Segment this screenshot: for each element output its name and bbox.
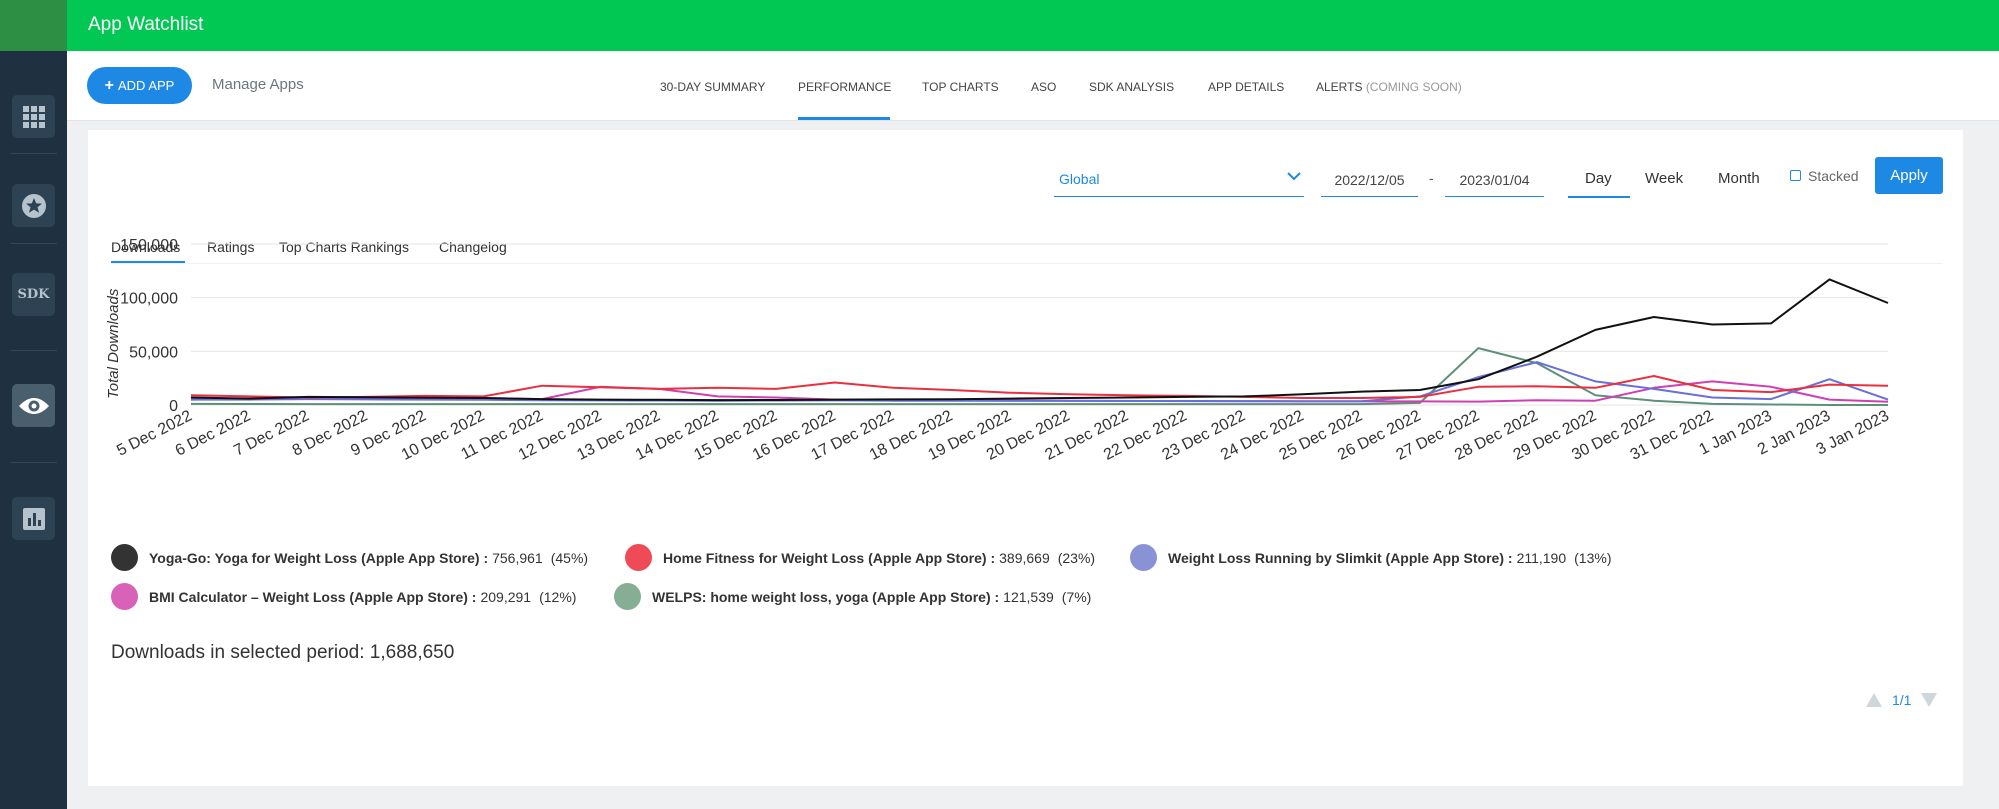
downloads-total-value: 1,688,650 (369, 642, 455, 663)
legend-item-bmi-calculator[interactable]: BMI Calculator – Weight Loss (Apple App … (111, 583, 576, 610)
y-tick-label: 150,000 (120, 237, 178, 254)
sdk-label: SDK (17, 287, 50, 302)
top-bar: App Watchlist (67, 0, 1999, 51)
bar-chart-icon[interactable] (12, 497, 55, 540)
page-down-icon[interactable] (1921, 693, 1938, 707)
legend-pct: (45%) (550, 549, 589, 566)
tab-alerts[interactable]: ALERTS (COMING SOON) (1316, 80, 1462, 94)
legend-pager: 1/1 (1866, 692, 1938, 708)
tab-alerts-suffix: (COMING SOON) (1365, 80, 1462, 94)
legend-dot (625, 544, 652, 571)
legend-dot (111, 583, 138, 610)
tab-app-details[interactable]: APP DETAILS (1208, 80, 1284, 94)
legend-name: WELPS: home weight loss, yoga (Apple App… (652, 588, 1000, 605)
legend-value: 211,190 (1516, 549, 1567, 566)
legend-value: 756,961 (492, 549, 543, 566)
legend-pct: (7%) (1061, 588, 1092, 605)
legend-item-welps[interactable]: WELPS: home weight loss, yoga (Apple App… (614, 583, 1091, 610)
logo-cell (0, 0, 67, 51)
sdk-icon[interactable]: SDK (12, 273, 55, 316)
page-up-icon[interactable] (1866, 693, 1882, 707)
legend-pct: (13%) (1574, 549, 1612, 566)
legend-pct: (12%) (539, 588, 577, 605)
tab-performance[interactable]: PERFORMANCE (798, 80, 891, 94)
legend-pct: (23%) (1057, 549, 1096, 566)
legend-dot (614, 583, 641, 610)
app-title: App Watchlist (88, 14, 204, 35)
legend-item-slimkit[interactable]: Weight Loss Running by Slimkit (Apple Ap… (1130, 544, 1612, 571)
legend-item-home-fitness[interactable]: Home Fitness for Weight Loss (Apple App … (625, 544, 1095, 571)
downloads-total-label: Downloads in selected period: (111, 642, 365, 663)
nav-bar: + ADD APP Manage Apps 30-DAY SUMMARY PER… (67, 51, 1999, 121)
add-app-button[interactable]: + ADD APP (87, 67, 192, 104)
main-panel: Global 2022/12/05 - 2023/01/04 Day Week … (88, 130, 1963, 786)
y-tick-label: 50,000 (129, 344, 178, 361)
legend-dot (111, 544, 138, 571)
legend-name: BMI Calculator – Weight Loss (Apple App … (149, 588, 477, 605)
legend-item-yoga-go[interactable]: Yoga-Go: Yoga for Weight Loss (Apple App… (111, 544, 588, 571)
eye-icon[interactable] (12, 384, 55, 427)
downloads-chart: 050,000100,000150,000Total Downloads5 De… (105, 237, 1892, 464)
legend-value: 209,291 (480, 588, 532, 605)
legend-name: Weight Loss Running by Slimkit (Apple Ap… (1168, 549, 1513, 566)
legend-dot (1130, 544, 1157, 571)
y-tick-label: 100,000 (120, 291, 178, 308)
plus-icon: + (104, 76, 114, 94)
sidebar: SDK (0, 0, 67, 809)
legend-value: 121,539 (1003, 588, 1054, 605)
tab-alerts-label: ALERTS (1316, 80, 1363, 94)
grid-icon[interactable] (12, 95, 55, 138)
tab-aso[interactable]: ASO (1031, 80, 1056, 94)
tab-30-day-summary[interactable]: 30-DAY SUMMARY (660, 80, 765, 94)
star-icon[interactable] (12, 184, 55, 227)
y-axis-label: Total Downloads (105, 288, 122, 399)
tab-sdk-analysis[interactable]: SDK ANALYSIS (1089, 80, 1174, 94)
manage-apps-link[interactable]: Manage Apps (212, 76, 304, 93)
tab-top-charts[interactable]: TOP CHARTS (922, 80, 999, 94)
downloads-total: Downloads in selected period: 1,688,650 (111, 642, 454, 664)
legend-name: Home Fitness for Weight Loss (Apple App … (663, 549, 996, 566)
add-app-label: ADD APP (117, 78, 175, 93)
legend-name: Yoga-Go: Yoga for Weight Loss (Apple App… (149, 549, 489, 566)
pager-label: 1/1 (1892, 692, 1912, 708)
legend-value: 389,669 (999, 549, 1050, 566)
active-tab-indicator (798, 117, 890, 120)
